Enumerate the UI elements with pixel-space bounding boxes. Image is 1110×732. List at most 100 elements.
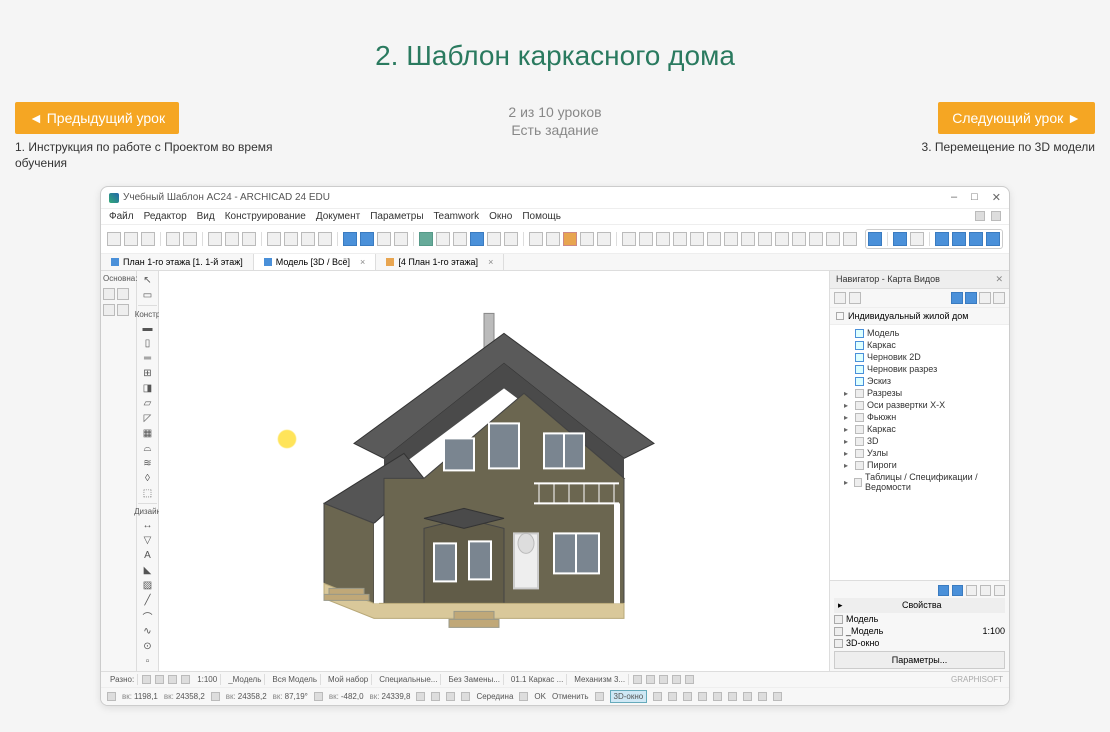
tb-icon-b[interactable]	[284, 232, 298, 246]
door-tool-icon[interactable]: ◨	[140, 382, 156, 395]
wall-tool-icon[interactable]: ▬	[140, 322, 156, 335]
sb2-icon[interactable]	[446, 692, 455, 701]
morph-tool-icon[interactable]: ◊	[140, 472, 156, 485]
tb-icon-x[interactable]	[690, 232, 704, 246]
nav-bt-icon[interactable]	[938, 585, 949, 596]
lp-icon[interactable]	[117, 288, 129, 300]
fill-tool-icon[interactable]: ▨	[140, 579, 156, 592]
sb-icon[interactable]	[659, 675, 668, 684]
label-tool-icon[interactable]: ◣	[140, 564, 156, 577]
menubar-icon-1[interactable]	[975, 211, 985, 221]
tree-item[interactable]: ▸Оси развертки X-X	[834, 399, 1005, 411]
sb-icon[interactable]	[181, 675, 190, 684]
tb-icon-z[interactable]	[724, 232, 738, 246]
tree-item[interactable]: ▸Пироги	[834, 459, 1005, 471]
sb2-icon[interactable]	[595, 692, 604, 701]
tb-icon-g[interactable]	[377, 232, 391, 246]
sb-icon[interactable]	[685, 675, 694, 684]
hotspot-tool-icon[interactable]: ⊙	[140, 640, 156, 653]
tree-item[interactable]: ▸Фьюжн	[834, 411, 1005, 423]
sb2-icon[interactable]	[698, 692, 707, 701]
tb-icon-w[interactable]	[673, 232, 687, 246]
sb2-icon[interactable]	[314, 692, 323, 701]
sb2-icon[interactable]	[653, 692, 662, 701]
tb-icon-f[interactable]	[360, 232, 374, 246]
nav-tb-icon[interactable]	[834, 292, 846, 304]
sb2-icon[interactable]	[668, 692, 677, 701]
tree-toggle-icon[interactable]: ▸	[844, 401, 852, 410]
tb-icon-z4[interactable]	[775, 232, 789, 246]
tb-icon-i[interactable]	[419, 232, 433, 246]
sb-filter[interactable]: Вся Модель	[269, 674, 321, 685]
tree-item[interactable]: Каркас	[834, 339, 1005, 351]
tb-icon-o[interactable]	[529, 232, 543, 246]
tab-3d-model[interactable]: Модель [3D / Всё] ×	[254, 254, 377, 270]
nav-tb-view-icon[interactable]	[965, 292, 977, 304]
stair-tool-icon[interactable]: ≋	[140, 457, 156, 470]
tb-icon-z3[interactable]	[758, 232, 772, 246]
sb2-icon[interactable]	[743, 692, 752, 701]
menu-view[interactable]: Вид	[197, 211, 215, 222]
line-tool-icon[interactable]: ╱	[140, 594, 156, 607]
tb-icon-l[interactable]	[470, 232, 484, 246]
tb-open-icon[interactable]	[124, 232, 138, 246]
nav-bt-icon[interactable]	[952, 585, 963, 596]
nav-tb-icon[interactable]	[849, 292, 861, 304]
tb-copy-icon[interactable]	[225, 232, 239, 246]
sb2-icon[interactable]	[728, 692, 737, 701]
tree-item[interactable]: ▸Разрезы	[834, 387, 1005, 399]
tb-home-icon[interactable]	[868, 232, 882, 246]
tb-icon-r[interactable]	[580, 232, 594, 246]
nav-tb-pub-icon[interactable]	[993, 292, 1005, 304]
tb-undo-icon[interactable]	[166, 232, 180, 246]
menubar-icon-2[interactable]	[991, 211, 1001, 221]
tb-icon-h[interactable]	[394, 232, 408, 246]
sb2-icon[interactable]	[683, 692, 692, 701]
tb-views4-icon[interactable]	[986, 232, 1000, 246]
tb-3d-icon[interactable]	[893, 232, 907, 246]
text-tool-icon[interactable]: A	[140, 549, 156, 562]
nav-bt-icon[interactable]	[966, 585, 977, 596]
marquee-tool-icon[interactable]: ▭	[140, 289, 156, 302]
menu-window[interactable]: Окно	[489, 211, 512, 222]
lp-icon[interactable]	[117, 304, 129, 316]
mesh-tool-icon[interactable]: ▦	[140, 427, 156, 440]
sb2-active-window[interactable]: 3D-окно	[610, 690, 648, 703]
spline-tool-icon[interactable]: ∿	[140, 625, 156, 638]
menu-document[interactable]: Документ	[316, 211, 360, 222]
tb-cut-icon[interactable]	[208, 232, 222, 246]
figure-tool-icon[interactable]: ▫	[140, 655, 156, 668]
props-header-toggle[interactable]: ▸	[838, 600, 843, 611]
tab-plan4[interactable]: [4 План 1-го этажа] ×	[376, 254, 504, 270]
roof-tool-icon[interactable]: ◸	[140, 412, 156, 425]
sb2-ok[interactable]: OK	[534, 692, 546, 701]
sb2-icon[interactable]	[431, 692, 440, 701]
sb2-icon[interactable]	[519, 692, 528, 701]
tb-icon-z5[interactable]	[792, 232, 806, 246]
sb-icon[interactable]	[168, 675, 177, 684]
tb-icon-z2[interactable]	[741, 232, 755, 246]
next-lesson-button[interactable]: Следующий урок ►	[938, 102, 1095, 134]
tb-icon-z7[interactable]	[826, 232, 840, 246]
sb-mech[interactable]: Механизм 3...	[571, 674, 629, 685]
tb-redo-icon[interactable]	[183, 232, 197, 246]
tb-paste-icon[interactable]	[242, 232, 256, 246]
arrow-tool-icon[interactable]: ↖	[140, 274, 156, 287]
tree-toggle-icon[interactable]: ▸	[844, 389, 852, 398]
tb-icon-a[interactable]	[267, 232, 281, 246]
sb2-icon[interactable]	[713, 692, 722, 701]
parameters-button[interactable]: Параметры...	[834, 651, 1005, 669]
tree-item[interactable]: Модель	[834, 327, 1005, 339]
nav-bt-icon[interactable]	[994, 585, 1005, 596]
nav-tb-layout-icon[interactable]	[979, 292, 991, 304]
level-tool-icon[interactable]: ▽	[140, 534, 156, 547]
menu-editor[interactable]: Редактор	[144, 211, 187, 222]
tb-icon-t[interactable]	[622, 232, 636, 246]
navigator-close-icon[interactable]: ✕	[995, 274, 1003, 285]
tree-item[interactable]: ▸Таблицы / Спецификации / Ведомости	[834, 471, 1005, 493]
menu-teamwork[interactable]: Teamwork	[434, 211, 480, 222]
menu-construction[interactable]: Конструирование	[225, 211, 306, 222]
tb-new-icon[interactable]	[107, 232, 121, 246]
tree-toggle-icon[interactable]: ▸	[844, 449, 852, 458]
sb-icon[interactable]	[633, 675, 642, 684]
